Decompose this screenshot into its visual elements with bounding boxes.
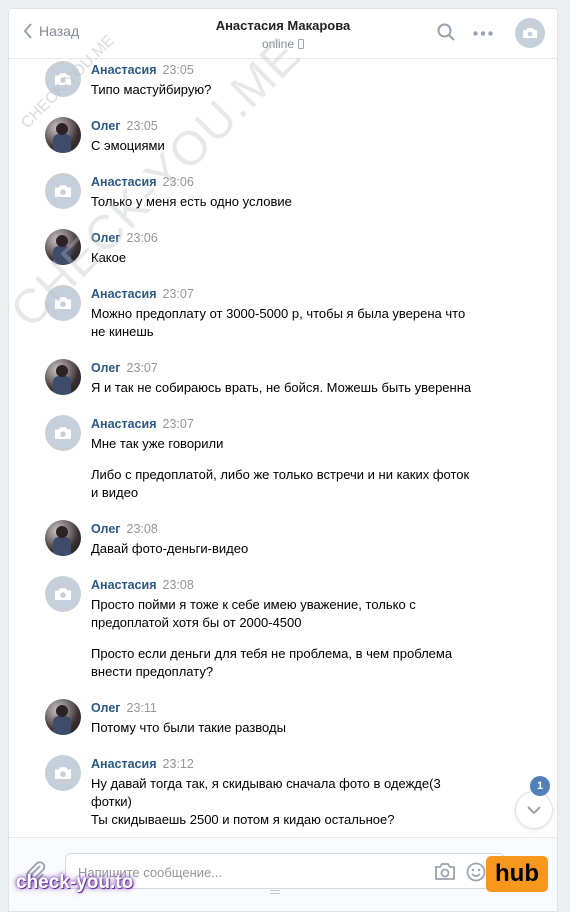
mobile-icon <box>298 39 305 49</box>
message-author[interactable]: Олег <box>91 361 121 375</box>
contact-avatar[interactable] <box>515 18 545 48</box>
message-meta: Олег 23:08 <box>91 522 158 536</box>
message-author[interactable]: Анастасия <box>91 63 157 77</box>
message-text: Я и так не собираюсь врать, не бойся. Мо… <box>91 380 472 395</box>
resize-handle[interactable] <box>270 890 280 896</box>
message-time[interactable]: 23:06 <box>163 175 194 189</box>
message-time[interactable]: 23:11 <box>127 701 157 715</box>
message-list[interactable]: Анастасия 23:05 Типо мастуйбирую? Олег 23:05… <box>9 59 557 837</box>
sender-avatar[interactable] <box>45 229 81 265</box>
sender-avatar[interactable] <box>45 699 81 735</box>
camera-icon <box>55 297 71 309</box>
message-author[interactable]: Анастасия <box>91 287 157 301</box>
message-text: Ты скидываешь 2500 и потом я кидаю остал… <box>91 812 395 827</box>
message-time[interactable]: 23:05 <box>163 63 194 77</box>
sender-avatar[interactable] <box>45 359 81 395</box>
message-text: не кинешь <box>91 324 154 339</box>
online-status: online <box>261 37 305 51</box>
message-author[interactable]: Олег <box>91 522 121 536</box>
message-text: Только у меня есть одно условие <box>91 194 292 209</box>
message-time[interactable]: 23:12 <box>163 757 194 771</box>
more-icon[interactable] <box>473 31 493 36</box>
camera-icon[interactable] <box>434 862 456 882</box>
message-meta: Олег 23:06 <box>91 231 158 245</box>
camera-icon <box>55 185 71 197</box>
message-meta: Олег 23:11 <box>91 701 157 715</box>
sender-avatar[interactable] <box>45 755 81 791</box>
message-author[interactable]: Анастасия <box>91 578 157 592</box>
message-time[interactable]: 23:07 <box>163 287 194 301</box>
message-author[interactable]: Анастасия <box>91 417 157 431</box>
message-meta: Олег 23:05 <box>91 119 158 133</box>
search-icon[interactable] <box>437 23 455 41</box>
sender-avatar[interactable] <box>45 520 81 556</box>
sender-avatar[interactable] <box>45 117 81 153</box>
camera-icon <box>55 427 71 439</box>
hub-logo: hub <box>486 856 548 892</box>
message-time[interactable]: 23:07 <box>163 417 194 431</box>
message-text: Давай фото-деньги-видео <box>91 541 249 556</box>
message-author[interactable]: Олег <box>91 701 121 715</box>
message-text: Ну давай тогда так, я скидываю сначала ф… <box>91 776 441 791</box>
scroll-down-button[interactable] <box>515 791 553 829</box>
camera-icon <box>523 28 537 38</box>
message-author[interactable]: Анастасия <box>91 757 157 771</box>
message-text: и видео <box>91 485 139 500</box>
message-author[interactable]: Олег <box>91 119 121 133</box>
chevron-down-icon <box>527 806 541 814</box>
message-time[interactable]: 23:06 <box>127 231 158 245</box>
smile-icon[interactable] <box>466 862 486 882</box>
unread-badge: 1 <box>530 776 550 796</box>
message-text: Просто пойми я тоже к себе имею уважение… <box>91 597 416 612</box>
message-text: Можно предоплату от 3000-5000 р, чтобы я… <box>91 306 466 321</box>
message-time[interactable]: 23:08 <box>163 578 194 592</box>
sender-avatar[interactable] <box>45 415 81 451</box>
message-text: предоплатой хотя бы от 2000-4500 <box>91 615 302 630</box>
message-time[interactable]: 23:07 <box>127 361 158 375</box>
message-meta: Анастасия 23:06 <box>91 175 194 189</box>
message-author[interactable]: Анастасия <box>91 175 157 189</box>
message-time[interactable]: 23:08 <box>127 522 158 536</box>
camera-icon <box>55 767 71 779</box>
sender-avatar[interactable] <box>45 173 81 209</box>
message-author[interactable]: Олег <box>91 231 121 245</box>
message-time[interactable]: 23:05 <box>127 119 158 133</box>
message-text: внести предоплату? <box>91 664 214 679</box>
camera-icon <box>55 73 71 85</box>
message-text: Мне так уже говорили <box>91 436 224 451</box>
message-meta: Олег 23:07 <box>91 361 158 375</box>
chat-header: Назад Анастасия Макарова online <box>9 9 557 59</box>
sender-avatar[interactable] <box>45 576 81 612</box>
message-text: Просто если деньги для тебя не проблема,… <box>91 646 453 661</box>
chat-window: Назад Анастасия Макарова online Анастаси… <box>8 8 558 912</box>
sender-avatar[interactable] <box>45 285 81 321</box>
message-meta: Анастасия 23:05 <box>91 63 194 77</box>
message-text: С эмоциями <box>91 138 165 153</box>
status-text: online <box>261 37 295 51</box>
message-text: Потому что были такие разводы <box>91 720 286 735</box>
message-text: Либо с предоплатой, либо же только встре… <box>91 467 470 482</box>
camera-icon <box>55 588 71 600</box>
message-text: фотки) <box>91 794 132 809</box>
sender-avatar[interactable] <box>45 61 81 97</box>
message-meta: Анастасия 23:07 <box>91 287 194 301</box>
watermark-bottom: check-you.to <box>16 872 134 893</box>
message-meta: Анастасия 23:08 <box>91 578 194 592</box>
message-meta: Анастасия 23:12 <box>91 757 194 771</box>
message-text: Какое <box>91 250 127 265</box>
message-text: Типо мастуйбирую? <box>91 82 212 97</box>
message-meta: Анастасия 23:07 <box>91 417 194 431</box>
